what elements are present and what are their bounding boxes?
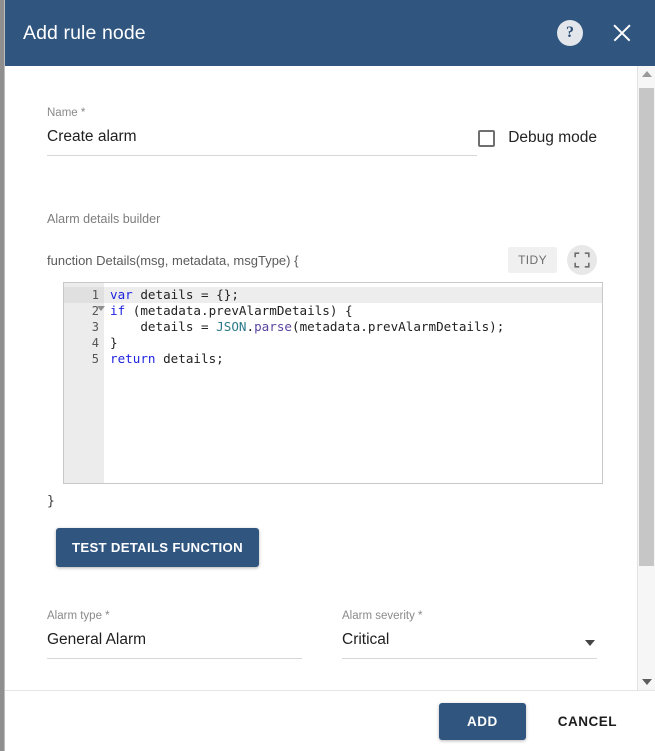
help-circle-icon[interactable]: ? — [557, 20, 583, 46]
alarm-fields-row: Alarm type * General Alarm Alarm severit… — [47, 609, 597, 659]
alarm-type-input[interactable]: General Alarm — [47, 630, 302, 659]
alarm-severity-field: Alarm severity * Critical — [342, 609, 597, 659]
code-token-method: parse — [254, 319, 292, 334]
code-line: return details; — [104, 351, 602, 367]
line-number: 1 — [64, 287, 104, 303]
dialog-scroll-content: Name * Create alarm Debug mode Alarm det… — [5, 66, 637, 690]
fullscreen-expand-icon[interactable] — [567, 245, 597, 275]
editor-gutter: 1 2 3 4 5 — [64, 283, 104, 483]
debug-mode-checkbox[interactable] — [478, 130, 495, 147]
scrollbar-thumb[interactable] — [639, 88, 654, 566]
code-token-plain: . — [247, 319, 255, 334]
code-line: } — [104, 335, 602, 351]
function-header-row: function Details(msg, metadata, msgType)… — [47, 245, 597, 275]
code-token-keyword: if — [110, 303, 125, 318]
code-token-plain: (metadata.prevAlarmDetails); — [292, 319, 504, 334]
function-closing-brace: } — [47, 494, 597, 509]
name-row: Name * Create alarm Debug mode — [47, 106, 597, 156]
dialog-footer: ADD CANCEL — [5, 690, 655, 751]
add-rule-node-dialog: Add rule node ? Name * Create alarm Debu… — [4, 0, 655, 751]
editor-code-area[interactable]: var details = {}; if (metadata.prevAlarm… — [104, 283, 602, 483]
line-number: 3 — [64, 319, 104, 335]
code-line: var details = {}; — [104, 287, 602, 303]
debug-mode-checkbox-row[interactable]: Debug mode — [478, 129, 597, 147]
code-editor[interactable]: 1 2 3 4 5 var details = {}; if (metadata… — [63, 282, 603, 484]
alarm-type-field: Alarm type * General Alarm — [47, 609, 302, 659]
alarm-severity-label: Alarm severity * — [342, 609, 597, 623]
code-token-plain: details = — [110, 319, 216, 334]
alarm-details-builder-label: Alarm details builder — [47, 212, 597, 226]
dialog-body: Name * Create alarm Debug mode Alarm det… — [5, 66, 655, 690]
code-line: if (metadata.prevAlarmDetails) { — [104, 303, 602, 319]
line-number: 2 — [64, 303, 104, 319]
scroll-down-arrow-icon[interactable] — [638, 674, 655, 690]
scroll-up-arrow-icon[interactable] — [638, 66, 655, 82]
name-field: Name * Create alarm — [47, 106, 477, 156]
code-token-plain: (metadata.prevAlarmDetails) { — [125, 303, 352, 318]
dialog-title: Add rule node — [23, 22, 557, 45]
name-label: Name * — [47, 106, 477, 120]
debug-mode-label: Debug mode — [508, 129, 597, 147]
chevron-down-icon[interactable] — [585, 640, 595, 646]
cancel-button[interactable]: CANCEL — [544, 703, 631, 740]
vertical-scrollbar[interactable] — [637, 66, 655, 690]
test-details-function-button[interactable]: TEST DETAILS FUNCTION — [56, 528, 259, 567]
tidy-button[interactable]: TIDY — [508, 247, 557, 273]
code-token-keyword: var — [110, 287, 133, 302]
code-token-class: JSON — [216, 319, 246, 334]
alarm-severity-select[interactable]: Critical — [342, 630, 597, 659]
function-signature: function Details(msg, metadata, msgType)… — [47, 253, 508, 268]
code-token-plain: details = {}; — [133, 287, 239, 302]
alarm-type-label: Alarm type * — [47, 609, 302, 623]
line-number: 5 — [64, 351, 104, 367]
line-number: 4 — [64, 335, 104, 351]
code-token-plain: details; — [156, 351, 224, 366]
code-line: details = JSON.parse(metadata.prevAlarmD… — [104, 319, 602, 335]
code-token-plain: } — [110, 335, 118, 350]
name-input[interactable]: Create alarm — [47, 127, 477, 156]
dialog-titlebar: Add rule node ? — [5, 0, 655, 66]
close-icon[interactable] — [609, 20, 635, 46]
code-token-keyword: return — [110, 351, 156, 366]
add-button[interactable]: ADD — [439, 703, 526, 740]
